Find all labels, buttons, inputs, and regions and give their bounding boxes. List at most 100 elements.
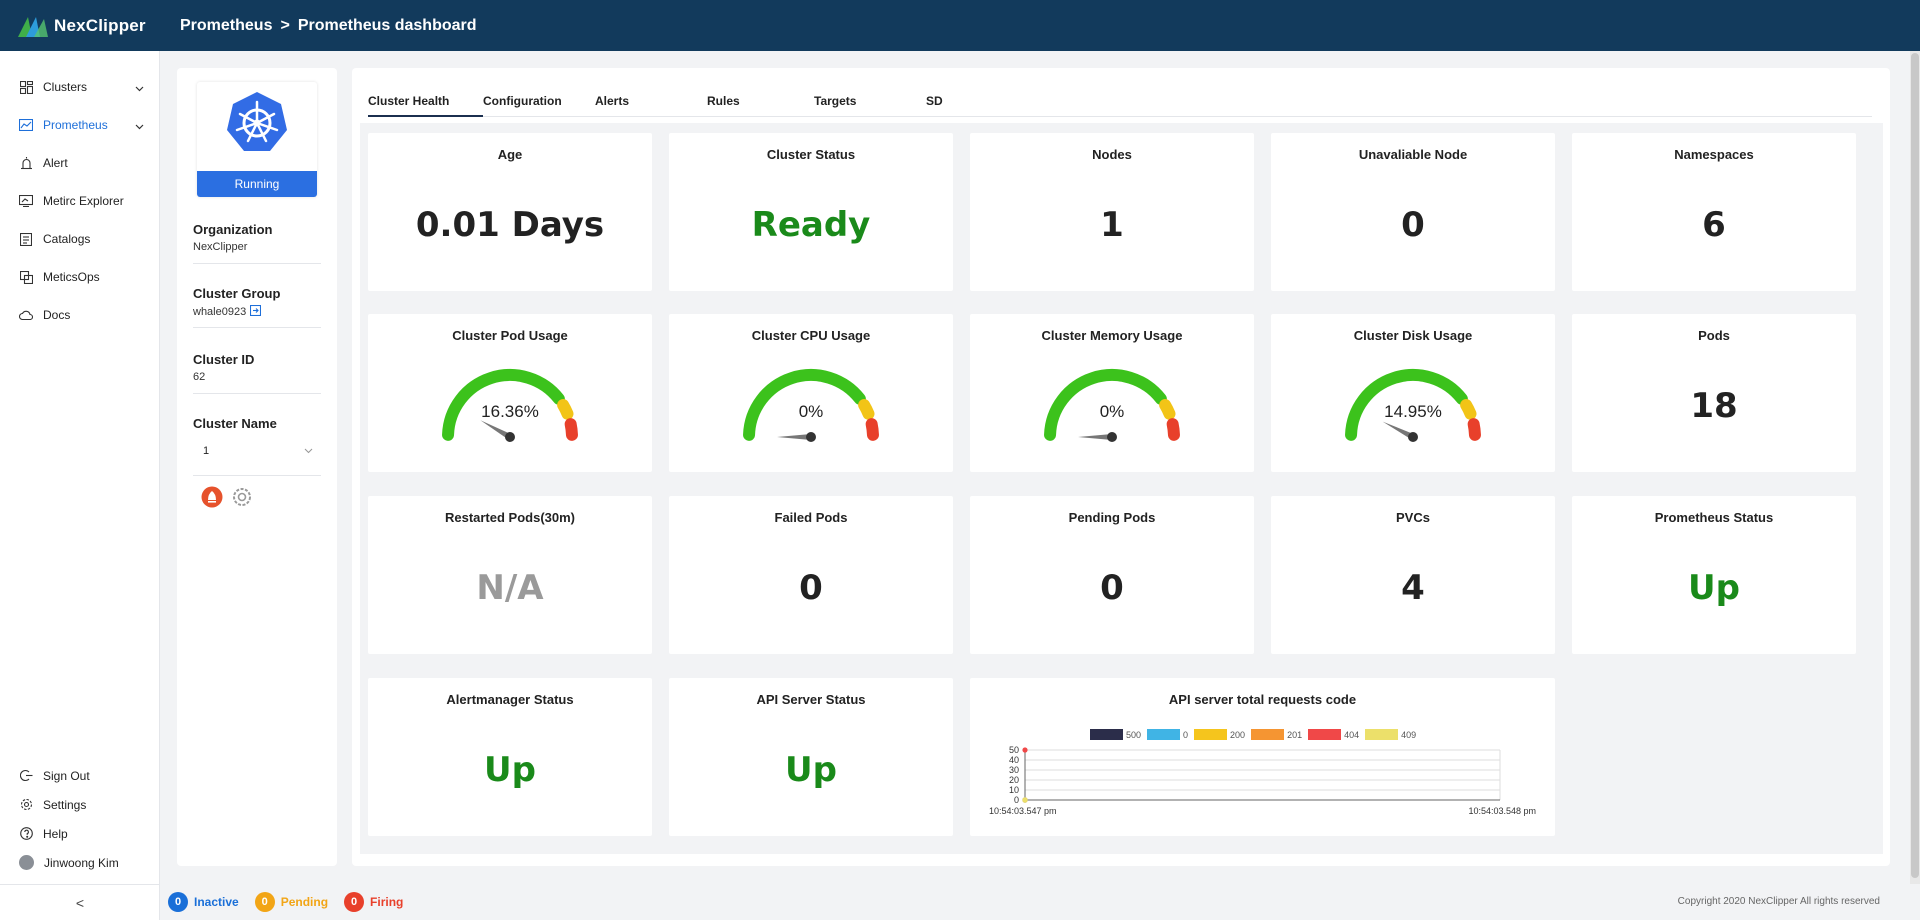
gauge-pivot (1408, 432, 1418, 442)
sidebar-item-docs[interactable]: Docs (0, 296, 159, 334)
pending-pods-card: Pending Pods 0 (970, 496, 1254, 654)
card-title: Pods (1698, 328, 1730, 343)
collapse-sidebar-button[interactable]: < (0, 884, 160, 920)
card-title: Unavaliable Node (1358, 147, 1468, 162)
alarm-icon (19, 156, 33, 170)
settings-button[interactable]: Settings (0, 790, 160, 819)
tab-targets[interactable]: Targets (814, 78, 926, 116)
y-tick-label: 20 (1009, 775, 1019, 785)
sidebar-item-meticsops[interactable]: MeticsOps (0, 258, 159, 296)
prometheus-icon[interactable] (201, 486, 223, 513)
gauge-pivot (505, 432, 515, 442)
pending-alerts[interactable]: 0 Pending (254, 892, 329, 912)
external-link-icon[interactable] (250, 304, 262, 319)
scrollbar[interactable] (1910, 51, 1920, 884)
organization-block: Organization NexClipper (193, 222, 321, 264)
breadcrumb-parent[interactable]: Prometheus (180, 17, 272, 35)
card-title: Cluster Status (766, 147, 856, 162)
cluster-id-block: Cluster ID 62 (193, 352, 321, 394)
card-title: Failed Pods (774, 510, 848, 525)
dashboard-panel: Cluster Health Configuration Alerts Rule… (352, 68, 1890, 866)
api-requests-chart-card: API server total requests code 500 0 200 20… (970, 678, 1555, 836)
sidebar-item-label: Metirc Explorer (43, 194, 124, 208)
cluster-id-value: 62 (193, 371, 206, 383)
sidebar-item-catalogs[interactable]: Catalogs (0, 220, 159, 258)
failed-pods-card: Failed Pods 0 (669, 496, 953, 654)
restarted-pods-card: Restarted Pods(30m) N/A (368, 496, 652, 654)
card-title: Namespaces (1674, 147, 1754, 162)
avatar (19, 855, 34, 870)
sidebar-item-alert[interactable]: Alert (0, 144, 159, 182)
card-value: Up (484, 750, 536, 790)
card-title: API Server Status (756, 692, 866, 707)
help-button[interactable]: Help (0, 819, 160, 848)
user-name: Jinwoong Kim (44, 855, 119, 870)
card-title: Cluster Pod Usage (452, 328, 568, 343)
sidebar-item-prometheus[interactable]: Prometheus (0, 106, 159, 144)
pending-count: 0 (254, 892, 275, 912)
help-icon (19, 827, 33, 841)
tab-alerts[interactable]: Alerts (595, 78, 707, 116)
cluster-name-select[interactable]: 1 (193, 439, 321, 463)
scrollbar-thumb[interactable] (1911, 53, 1919, 878)
grafana-icon[interactable] (231, 486, 253, 513)
card-value: 0.01 Days (415, 205, 605, 245)
gauge-arc (1467, 418, 1481, 441)
sign-out-button[interactable]: Sign Out (0, 761, 160, 790)
card-value: 0 (1401, 205, 1425, 245)
kubernetes-icon (227, 92, 287, 151)
card-value: Up (1688, 568, 1740, 608)
age-card: Age 0.01 Days (368, 133, 652, 291)
pod-usage-card: Cluster Pod Usage 16.36% (368, 314, 652, 472)
gauge-label: 0% (798, 402, 824, 421)
tab-sd[interactable]: SD (926, 78, 986, 116)
card-title: Pending Pods (1068, 510, 1156, 525)
gauge-label: 14.95% (1384, 402, 1442, 421)
breadcrumb: Prometheus > Prometheus dashboard (180, 17, 477, 35)
sidebar-item-label: Alert (43, 156, 68, 170)
organization-label: Organization (193, 222, 273, 237)
firing-count: 0 (344, 892, 365, 912)
tab-cluster-health[interactable]: Cluster Health (368, 78, 483, 117)
tab-bar: Cluster Health Configuration Alerts Rule… (368, 78, 1872, 117)
tab-label: SD (926, 94, 943, 108)
gauge-pivot (806, 432, 816, 442)
card-value: 18 (1690, 386, 1738, 426)
tab-configuration[interactable]: Configuration (483, 78, 595, 116)
firing-alerts[interactable]: 0 Firing (344, 892, 403, 912)
cluster-group-label: Cluster Group (193, 286, 281, 301)
cpu-usage-card: Cluster CPU Usage 0% (669, 314, 953, 472)
nexclipper-logo-icon (18, 16, 48, 37)
data-point (1022, 747, 1028, 753)
x-tick-label: 10:54:03.548 pm (1468, 806, 1536, 816)
tab-rules[interactable]: Rules (707, 78, 814, 116)
cluster-name-block: Cluster Name 1 (193, 416, 321, 476)
card-value: Ready (751, 205, 871, 245)
sidebar-item-label: Help (43, 826, 68, 841)
gear-icon (19, 798, 33, 812)
cluster-status-card: Cluster Status Ready (669, 133, 953, 291)
user-profile[interactable]: Jinwoong Kim (0, 848, 160, 877)
sidebar-item-label: Prometheus (43, 118, 108, 132)
card-title: Restarted Pods(30m) (444, 510, 576, 525)
y-tick-label: 30 (1009, 765, 1019, 775)
gauge-label: 16.36% (481, 402, 539, 421)
card-title: Nodes (1092, 147, 1132, 162)
sidebar-item-clusters[interactable]: Clusters (0, 68, 159, 106)
nodes-card: Nodes 1 (970, 133, 1254, 291)
card-title: Alertmanager Status (446, 692, 574, 707)
inactive-alerts[interactable]: 0 Inactive (168, 892, 239, 912)
chart-line-icon (19, 118, 33, 132)
sidebar-item-label: Clusters (43, 80, 88, 94)
logo[interactable]: NexClipper (0, 0, 160, 51)
card-value: 4 (1401, 568, 1425, 608)
cluster-id-label: Cluster ID (193, 352, 255, 367)
cluster-name-label: Cluster Name (193, 416, 277, 431)
organization-value: NexClipper (193, 241, 248, 253)
card-title: PVCs (1396, 510, 1430, 525)
gauge-pivot (1107, 432, 1117, 442)
sidebar-item-metirc-explorer[interactable]: Metirc Explorer (0, 182, 159, 220)
inactive-label: Inactive (194, 895, 239, 909)
pending-label: Pending (280, 895, 329, 909)
y-tick-label: 40 (1009, 755, 1019, 765)
